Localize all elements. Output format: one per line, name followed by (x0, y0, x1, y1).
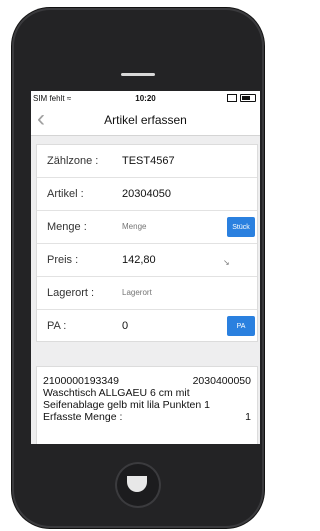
preis-label: Preis : (47, 254, 79, 266)
battery-icon (240, 94, 256, 102)
form-card: Zählzone : TEST4567 Artikel : 20304050 M… (36, 144, 258, 342)
erfasste-menge-value: 1 (245, 411, 251, 423)
row-zaehlzone: Zählzone : TEST4567 (37, 145, 257, 178)
mouse-cursor-icon: ↘ (223, 258, 230, 267)
article-info-card: 2100000193349 2030400050 Waschtisch ALLG… (36, 366, 258, 444)
info-description-line2: Seifenablage gelb mit lila Punkten 1 (43, 399, 210, 411)
page-title: Artikel erfassen (104, 113, 187, 127)
artikel-value[interactable]: 20304050 (122, 188, 171, 200)
erfasste-menge-label: Erfasste Menge : (43, 411, 123, 423)
status-time: 10:20 (135, 94, 156, 103)
menge-label: Menge : (47, 221, 87, 233)
info-number-left: 2100000193349 (43, 375, 119, 387)
content-area: Zählzone : TEST4567 Artikel : 20304050 M… (31, 136, 260, 444)
row-artikel: Artikel : 20304050 (37, 178, 257, 211)
app-screen: SIM fehlt ≈ 10:20 ‹ Artikel erfassen Zäh… (31, 91, 260, 444)
info-description-line1: Waschtisch ALLGAEU 6 cm mit (43, 387, 190, 399)
status-bar: SIM fehlt ≈ 10:20 (31, 91, 260, 105)
speaker-grille (121, 73, 155, 76)
preis-value[interactable]: 142,80 (122, 254, 156, 266)
artikel-label: Artikel : (47, 188, 84, 200)
navigation-bar: ‹ Artikel erfassen (31, 105, 260, 136)
row-lagerort: Lagerort : (37, 277, 257, 310)
home-button-icon (127, 476, 147, 492)
pa-label: PA : (47, 320, 67, 332)
zaehlzone-label: Zählzone : (47, 155, 99, 167)
pa-value[interactable]: 0 (122, 320, 128, 332)
stueck-button[interactable]: Stück (227, 217, 255, 237)
lagerort-label: Lagerort : (47, 287, 95, 299)
zaehlzone-value[interactable]: TEST4567 (122, 155, 175, 167)
menge-input[interactable] (122, 222, 212, 231)
row-menge: Menge : Stück (37, 211, 257, 244)
pa-button[interactable]: PA (227, 316, 255, 336)
lagerort-input[interactable] (122, 288, 212, 297)
info-number-right: 2030400050 (192, 375, 251, 387)
home-button[interactable] (115, 462, 161, 508)
screen-mirroring-icon (227, 94, 237, 102)
status-icons (227, 94, 256, 102)
row-pa: PA : 0 PA (37, 310, 257, 342)
